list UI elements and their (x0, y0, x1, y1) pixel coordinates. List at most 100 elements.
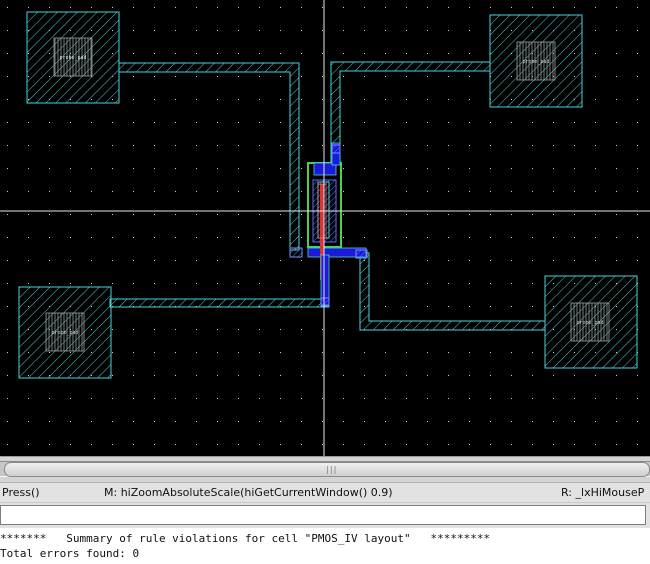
pad-label: probe_pad (576, 320, 603, 326)
layout-canvas[interactable]: probe_pad probe_pad probe_pad probe_pad (0, 0, 650, 456)
grid-dot (532, 421, 533, 422)
grid-dot (238, 99, 239, 100)
grid-dot (196, 99, 197, 100)
grid-dot (196, 237, 197, 238)
grid-dot (133, 237, 134, 238)
grid-dot (196, 329, 197, 330)
grid-dot (217, 214, 218, 215)
grid-dot (70, 145, 71, 146)
grid-dot (217, 99, 218, 100)
grid-dot (616, 122, 617, 123)
grid-dot (343, 260, 344, 261)
horizontal-scrollbar[interactable]: ||| (0, 456, 650, 482)
grid-dot (406, 398, 407, 399)
grid-dot (532, 237, 533, 238)
grid-dot (280, 76, 281, 77)
grid-dot (175, 191, 176, 192)
grid-dot (427, 53, 428, 54)
grid-dot (7, 53, 8, 54)
pad-top-right[interactable]: probe_pad (489, 14, 583, 108)
grid-dot (406, 30, 407, 31)
grid-dot (448, 214, 449, 215)
grid-dot (112, 122, 113, 123)
grid-dot (511, 145, 512, 146)
scrollbar-thumb[interactable]: ||| (4, 462, 650, 477)
grid-dot (217, 76, 218, 77)
grid-dot (385, 191, 386, 192)
grid-dot (490, 191, 491, 192)
grid-dot (637, 53, 638, 54)
grid-dot (448, 53, 449, 54)
grid-dot (175, 352, 176, 353)
grid-dot (448, 260, 449, 261)
grid-dot (280, 421, 281, 422)
grid-dot (301, 283, 302, 284)
grid-dot (385, 421, 386, 422)
grid-dot (259, 283, 260, 284)
grid-dot (385, 30, 386, 31)
grid-dot (7, 214, 8, 215)
grid-dot (322, 421, 323, 422)
grid-dot (385, 398, 386, 399)
grid-dot (616, 99, 617, 100)
grid-dot (364, 398, 365, 399)
grid-dot (406, 122, 407, 123)
grid-dot (133, 444, 134, 445)
grid-dot (385, 306, 386, 307)
grid-dot (343, 375, 344, 376)
grid-dot (49, 421, 50, 422)
grid-dot (301, 30, 302, 31)
grid-dot (259, 30, 260, 31)
grid-dot (133, 7, 134, 8)
grid-dot (238, 260, 239, 261)
grid-dot (490, 306, 491, 307)
pad-top-left[interactable]: probe_pad (26, 11, 120, 104)
grid-dot (364, 191, 365, 192)
grid-dot (133, 421, 134, 422)
grid-dot (574, 421, 575, 422)
grid-dot (364, 122, 365, 123)
command-line (0, 502, 650, 528)
grid-dot (175, 260, 176, 261)
grid-dot (427, 7, 428, 8)
pad-bottom-right[interactable]: probe_pad (544, 275, 638, 369)
grid-dot (154, 421, 155, 422)
grid-dot (322, 145, 323, 146)
grid-dot (448, 145, 449, 146)
grid-dot (301, 214, 302, 215)
grid-dot (175, 214, 176, 215)
grid-dot (112, 283, 113, 284)
grid-dot (343, 53, 344, 54)
grid-dot (28, 191, 29, 192)
grid-dot (133, 53, 134, 54)
grid-dot (217, 260, 218, 261)
grid-dot (133, 99, 134, 100)
grid-dot (217, 398, 218, 399)
grid-dot (259, 398, 260, 399)
grid-dot (553, 214, 554, 215)
grid-dot (154, 214, 155, 215)
pad-bottom-left[interactable]: probe_pad (18, 286, 112, 379)
layout-drawing[interactable]: probe_pad probe_pad probe_pad probe_pad (0, 0, 650, 456)
grid-dot (385, 214, 386, 215)
grid-dot (427, 306, 428, 307)
grid-dot (112, 237, 113, 238)
grid-dot (259, 329, 260, 330)
grid-dot (133, 168, 134, 169)
grid-dot (217, 352, 218, 353)
grid-dot (427, 352, 428, 353)
grid-dot (91, 421, 92, 422)
grid-dot (238, 329, 239, 330)
grid-dot (175, 283, 176, 284)
grid-dot (343, 352, 344, 353)
grid-dot (595, 191, 596, 192)
route-bottom-left (109, 298, 330, 308)
grid-dot (175, 398, 176, 399)
grid-dot (301, 99, 302, 100)
grid-dot (112, 168, 113, 169)
grid-dot (28, 283, 29, 284)
pmos-transistor[interactable] (289, 142, 368, 307)
grid-dot (343, 398, 344, 399)
grid-dot (385, 260, 386, 261)
command-input[interactable] (0, 505, 646, 525)
